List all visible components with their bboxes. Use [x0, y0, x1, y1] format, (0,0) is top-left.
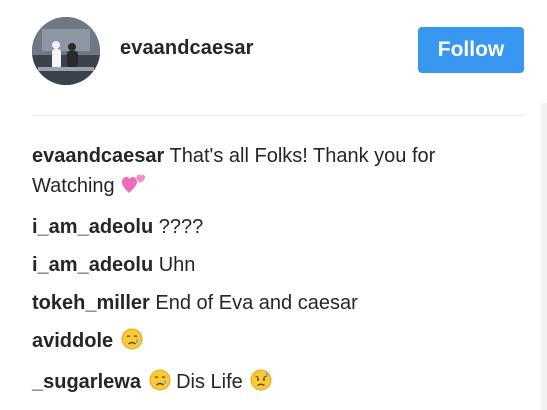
username[interactable]: evaandcaesar [120, 37, 254, 60]
comment-text: End of Eva and caesar [155, 292, 358, 314]
comment-text: Uhn [158, 254, 196, 276]
comment-item: i_am_adeolu Uhn [32, 250, 502, 280]
disappointed-relieved-face-icon [250, 369, 272, 400]
comment-username[interactable]: aviddole [32, 330, 113, 352]
comment-text: Dis Life [176, 371, 243, 393]
follow-button[interactable]: Follow [418, 27, 524, 73]
scrollbar[interactable] [541, 103, 547, 410]
crying-face-icon [121, 328, 143, 359]
comment-username[interactable]: _sugarlewa [32, 371, 141, 393]
comment-item: _sugarlewa Dis Life [32, 367, 502, 400]
instagram-post-comments: evaandcaesar Follow evaandcaesar That's … [0, 0, 547, 410]
comment-username[interactable]: evaandcaesar [32, 145, 164, 167]
comment-text: ???? [158, 216, 204, 238]
two-hearts-icon [122, 173, 146, 204]
comment-username[interactable]: i_am_adeolu [32, 216, 153, 238]
post-header: evaandcaesar Follow [0, 0, 547, 103]
comment-item: aviddole [32, 326, 502, 359]
comment-item: tokeh_miller End of Eva and caesar [32, 288, 502, 318]
comment-username[interactable]: tokeh_miller [32, 292, 150, 314]
comment-username[interactable]: i_am_adeolu [32, 254, 153, 276]
divider [32, 115, 524, 116]
avatar-photo-icon [32, 17, 100, 85]
avatar[interactable] [32, 17, 100, 85]
comments-list: evaandcaesar That's all Folks! Thank you… [32, 141, 502, 408]
comment-item: i_am_adeolu ???? [32, 212, 502, 242]
comment-item: evaandcaesar That's all Folks! Thank you… [32, 141, 502, 204]
crying-face-icon [149, 369, 171, 400]
